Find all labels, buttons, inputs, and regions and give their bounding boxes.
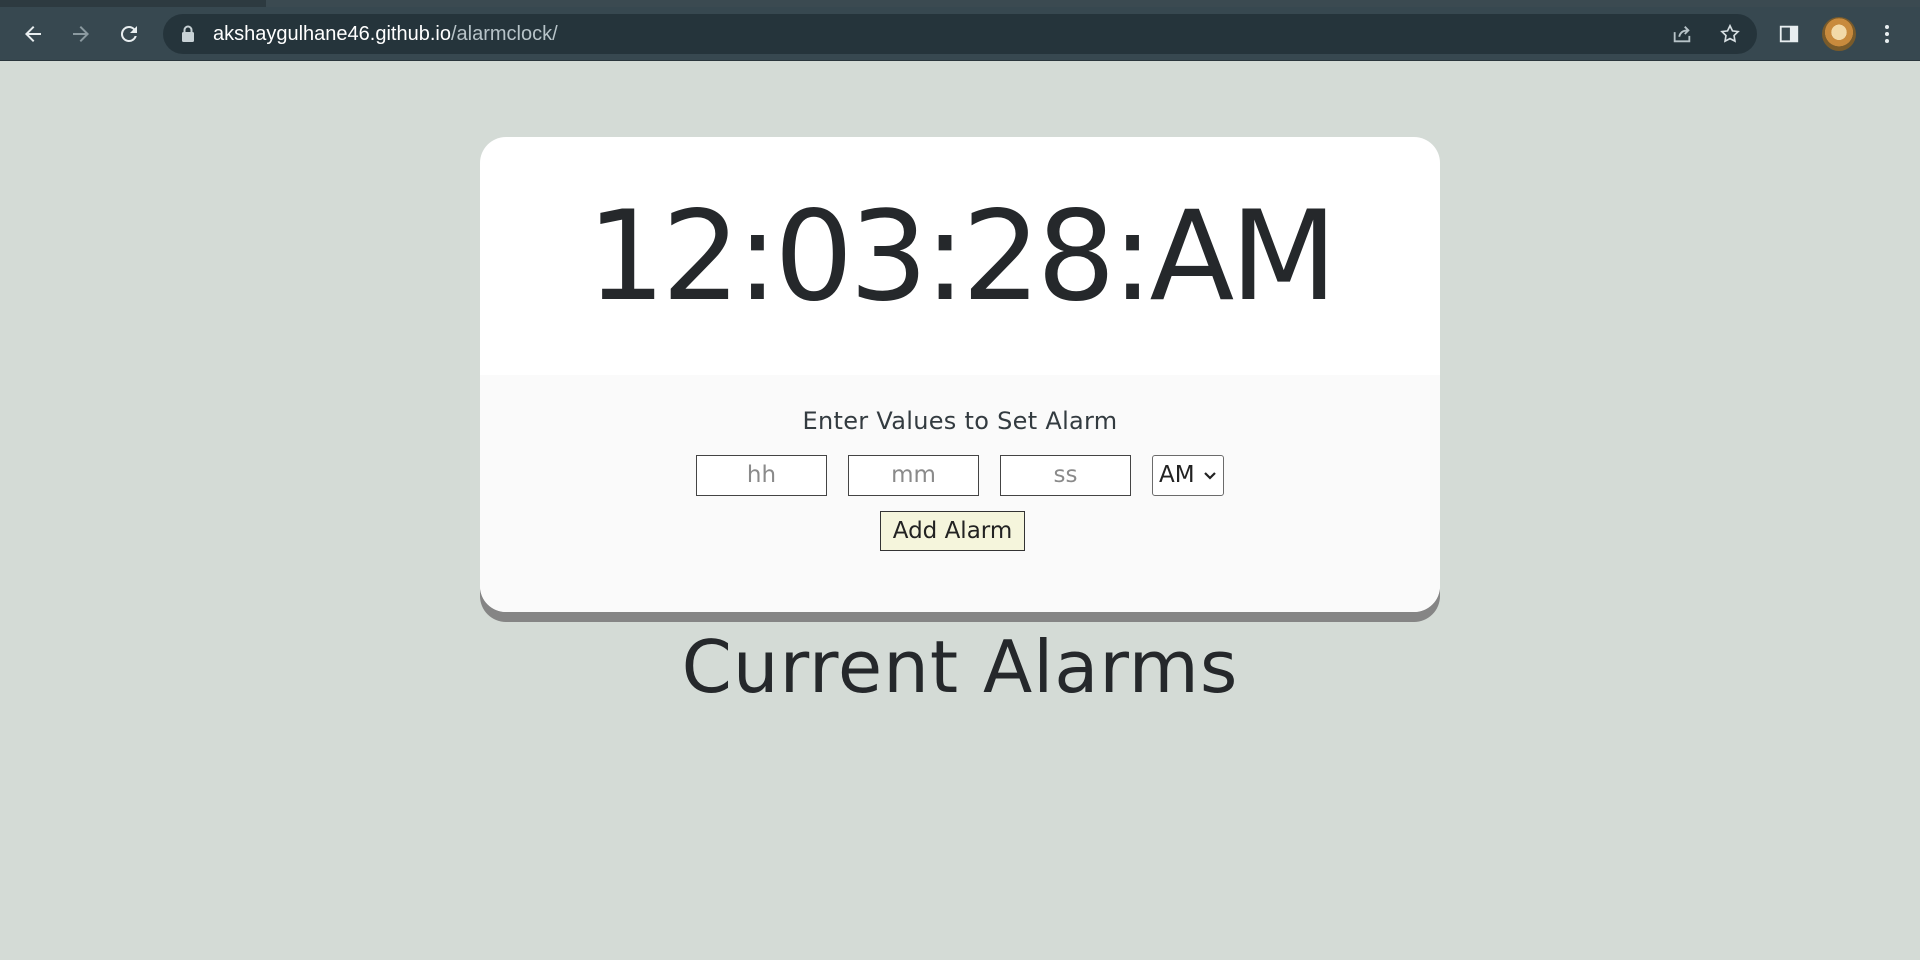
arrow-left-icon [25, 26, 41, 42]
chevron-down-icon [1204, 472, 1216, 480]
reload-icon [120, 25, 137, 42]
profile-avatar[interactable] [1822, 17, 1856, 51]
address-bar[interactable]: akshaygulhane46.github.io/alarmclock/ [163, 14, 1757, 54]
current-alarms-heading: Current Alarms [681, 625, 1239, 709]
browser-toolbar: akshaygulhane46.github.io/alarmclock/ [0, 7, 1920, 61]
am-pm-selected-value: AM [1159, 462, 1195, 488]
more-vertical-icon [1885, 25, 1889, 43]
tab-strip [0, 0, 1920, 7]
form-title: Enter Values to Set Alarm [802, 407, 1118, 435]
alarm-form: Enter Values to Set Alarm hh mm ss AM Ad… [480, 375, 1440, 612]
url-text: akshaygulhane46.github.io/alarmclock/ [213, 14, 558, 54]
active-tab[interactable] [0, 0, 266, 7]
share-button[interactable] [1667, 19, 1697, 49]
forward-button[interactable] [64, 17, 98, 51]
back-button[interactable] [16, 17, 50, 51]
minutes-input[interactable]: mm [848, 455, 979, 496]
lock-icon [182, 25, 194, 42]
seconds-input[interactable]: ss [1000, 455, 1131, 496]
share-icon [1673, 26, 1691, 43]
add-alarm-button[interactable]: Add Alarm [880, 511, 1025, 551]
reload-button[interactable] [112, 17, 146, 51]
hours-input[interactable]: hh [696, 455, 827, 496]
side-panel-button[interactable] [1772, 17, 1806, 51]
browser-menu-button[interactable] [1870, 17, 1904, 51]
side-panel-icon [1779, 25, 1799, 43]
bookmark-button[interactable] [1715, 19, 1745, 49]
alarm-clock-card: 12:03:28:AM Enter Values to Set Alarm hh… [480, 137, 1440, 612]
am-pm-select[interactable]: AM [1152, 455, 1224, 496]
clock-display: 12:03:28:AM [586, 185, 1338, 329]
url-path: /alarmclock/ [450, 23, 558, 45]
star-icon [1720, 23, 1740, 43]
url-host: akshaygulhane46.github.io [213, 23, 451, 45]
arrow-right-icon [73, 26, 89, 42]
